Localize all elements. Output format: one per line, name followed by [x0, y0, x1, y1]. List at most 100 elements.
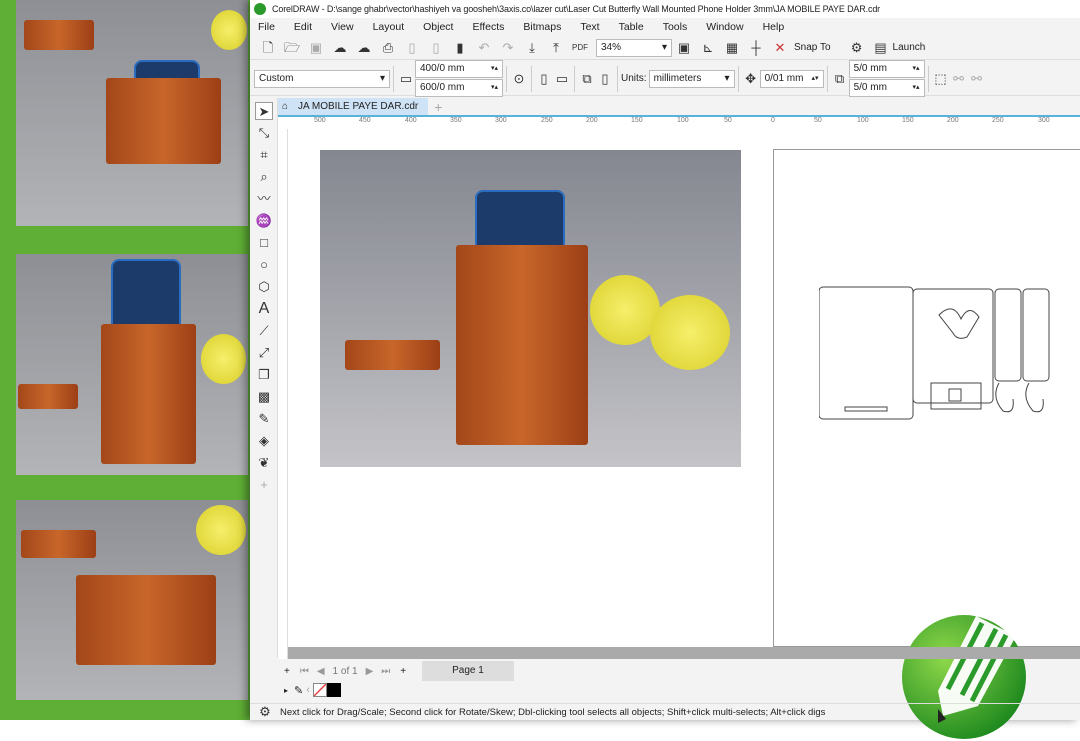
photo-1 — [16, 0, 248, 226]
scroll-left-icon[interactable]: ‹ — [306, 684, 310, 696]
export-icon[interactable]: ⤒ — [547, 39, 565, 57]
status-gear-icon[interactable]: ⚙ — [256, 703, 274, 721]
ruler-tick: 150 — [631, 117, 643, 124]
options-gear-icon[interactable]: ⚙ — [848, 39, 866, 57]
ruler-tick: 250 — [541, 117, 553, 124]
document-tab[interactable]: ⌂ JA MOBILE PAYE DAR.cdr — [278, 98, 429, 115]
title-bar: CorelDRAW - D:\sange ghabr\vector\hashiy… — [250, 0, 1080, 18]
portrait-icon[interactable]: ▯ — [536, 70, 552, 88]
zoom-tool-icon[interactable]: ⌕ — [255, 168, 273, 186]
page-width-field[interactable]: 400/0 mm ▾▴ — [415, 60, 503, 78]
eyedropper-icon[interactable]: ✎ — [255, 410, 273, 428]
grid-icon[interactable]: ▦ — [723, 39, 741, 57]
pdf-icon[interactable]: PDF — [571, 39, 589, 57]
home-icon[interactable]: ⌂ — [282, 98, 288, 115]
menu-table[interactable]: Table — [619, 21, 644, 33]
page-preset-select[interactable]: Custom ▾ — [254, 69, 390, 88]
eyedropper-icon[interactable]: ✎ — [294, 684, 303, 697]
paste-icon[interactable]: ▮ — [451, 39, 469, 57]
expand-icon[interactable]: ▸ — [284, 686, 288, 695]
import-icon[interactable]: ⤓ — [523, 39, 541, 57]
ruler-tick: 50 — [814, 117, 822, 124]
nudge-distance-field[interactable]: 0/01 mm ▴▾ — [759, 69, 824, 88]
duplicate-x-field[interactable]: 5/0 mm ▾▴ — [848, 60, 925, 78]
transparency-icon[interactable]: ▩ — [255, 388, 273, 406]
add-tool-icon[interactable]: + — [255, 476, 273, 494]
parallel-dimension-icon[interactable]: ⟋ — [255, 322, 273, 340]
snap-off-icon[interactable]: ✕ — [771, 39, 789, 57]
open-icon[interactable]: 🗁 — [283, 39, 301, 57]
menu-object[interactable]: Object — [423, 21, 453, 33]
menu-tools[interactable]: Tools — [663, 21, 688, 33]
text-tool-icon[interactable]: A — [255, 300, 273, 318]
drawing-canvas[interactable] — [288, 129, 1080, 739]
page-height-field[interactable]: 600/0 mm ▾▴ — [415, 79, 503, 97]
cloud-upload-icon[interactable]: ☁ — [355, 39, 373, 57]
freehand-tool-icon[interactable]: 〰 — [255, 190, 273, 208]
first-page-button[interactable]: ⏮ — [300, 666, 309, 677]
menu-window[interactable]: Window — [706, 21, 743, 33]
treat-as-filled-icon[interactable]: ⬚ — [933, 70, 949, 88]
page-tab[interactable]: Page 1 — [422, 661, 514, 681]
drop-shadow-icon[interactable]: ❐ — [255, 366, 273, 384]
horizontal-ruler: 500 450 400 350 300 250 200 150 100 50 0… — [278, 115, 1080, 129]
menu-bitmaps[interactable]: Bitmaps — [523, 21, 561, 33]
save-icon[interactable]: ▣ — [307, 39, 325, 57]
link-icon[interactable]: ⚯ — [951, 70, 967, 88]
ruler-tick: 150 — [902, 117, 914, 124]
polygon-tool-icon[interactable]: ⬡ — [255, 278, 273, 296]
smart-fill-icon[interactable]: ❦ — [255, 454, 273, 472]
menu-text[interactable]: Text — [580, 21, 599, 33]
last-page-button[interactable]: ⏭ — [381, 666, 390, 677]
connector-tool-icon[interactable]: ⤢ — [255, 344, 273, 362]
placed-photo[interactable] — [320, 150, 741, 467]
duplicate-y-field[interactable]: 5/0 mm ▾▴ — [848, 79, 925, 97]
interactive-fill-icon[interactable]: ◈ — [255, 432, 273, 450]
artistic-media-icon[interactable]: ♒ — [255, 212, 273, 230]
crop-tool-icon[interactable]: ⌗ — [255, 146, 273, 164]
page-size-icon: ▭ — [399, 70, 413, 86]
guidelines-icon[interactable]: ┼ — [747, 39, 765, 57]
redo-icon[interactable]: ↷ — [499, 39, 517, 57]
landscape-icon[interactable]: ▭ — [554, 70, 570, 88]
new-document-icon[interactable]: 🗋 — [259, 39, 277, 57]
ruler-tick: 200 — [586, 117, 598, 124]
all-pages-icon[interactable]: ⧉ — [579, 70, 595, 88]
previous-page-button[interactable]: ◀ — [317, 666, 325, 677]
menu-view[interactable]: View — [331, 21, 354, 33]
zoom-level-select[interactable]: 34% ▾ — [596, 38, 672, 57]
full-screen-icon[interactable]: ▣ — [675, 39, 693, 57]
ellipse-tool-icon[interactable]: ○ — [255, 256, 273, 274]
undo-icon[interactable]: ↶ — [475, 39, 493, 57]
shape-tool-icon[interactable]: ⤡ — [255, 124, 273, 142]
nudge-icon: ✥ — [745, 70, 757, 86]
next-page-button[interactable]: ▶ — [366, 666, 374, 677]
new-tab-button[interactable]: + — [434, 99, 442, 115]
launch-icon[interactable]: ▤ — [872, 39, 890, 57]
unlink-icon[interactable]: ⚯ — [969, 70, 985, 88]
current-page-icon[interactable]: ▯ — [597, 70, 613, 88]
menu-effects[interactable]: Effects — [472, 21, 504, 33]
add-page-before-button[interactable]: + — [284, 666, 290, 677]
copy-icon[interactable]: ▯ — [427, 39, 445, 57]
menu-edit[interactable]: Edit — [294, 21, 312, 33]
rectangle-tool-icon[interactable]: □ — [255, 234, 273, 252]
snap-to-dropdown[interactable]: Snap To — [794, 42, 831, 53]
menu-file[interactable]: File — [258, 21, 275, 33]
rulers-icon[interactable]: ⊾ — [699, 39, 717, 57]
page-position-icon[interactable]: ⊙ — [511, 70, 527, 88]
cloud-download-icon[interactable]: ☁ — [331, 39, 349, 57]
menu-layout[interactable]: Layout — [373, 21, 405, 33]
horizontal-scrollbar[interactable] — [288, 647, 1080, 659]
menu-help[interactable]: Help — [763, 21, 785, 33]
pick-tool-icon[interactable]: ➤ — [255, 102, 273, 120]
units-select[interactable]: millimeters ▾ — [648, 69, 735, 88]
black-swatch[interactable] — [326, 683, 341, 697]
no-fill-swatch[interactable] — [312, 683, 327, 697]
print-icon[interactable]: ⎙ — [379, 39, 397, 57]
cut-layout-drawing[interactable] — [819, 285, 1059, 425]
launch-button[interactable]: Launch — [893, 42, 926, 53]
cut-icon[interactable]: ▯ — [403, 39, 421, 57]
ruler-tick: 200 — [947, 117, 959, 124]
add-page-after-button[interactable]: + — [400, 666, 406, 677]
